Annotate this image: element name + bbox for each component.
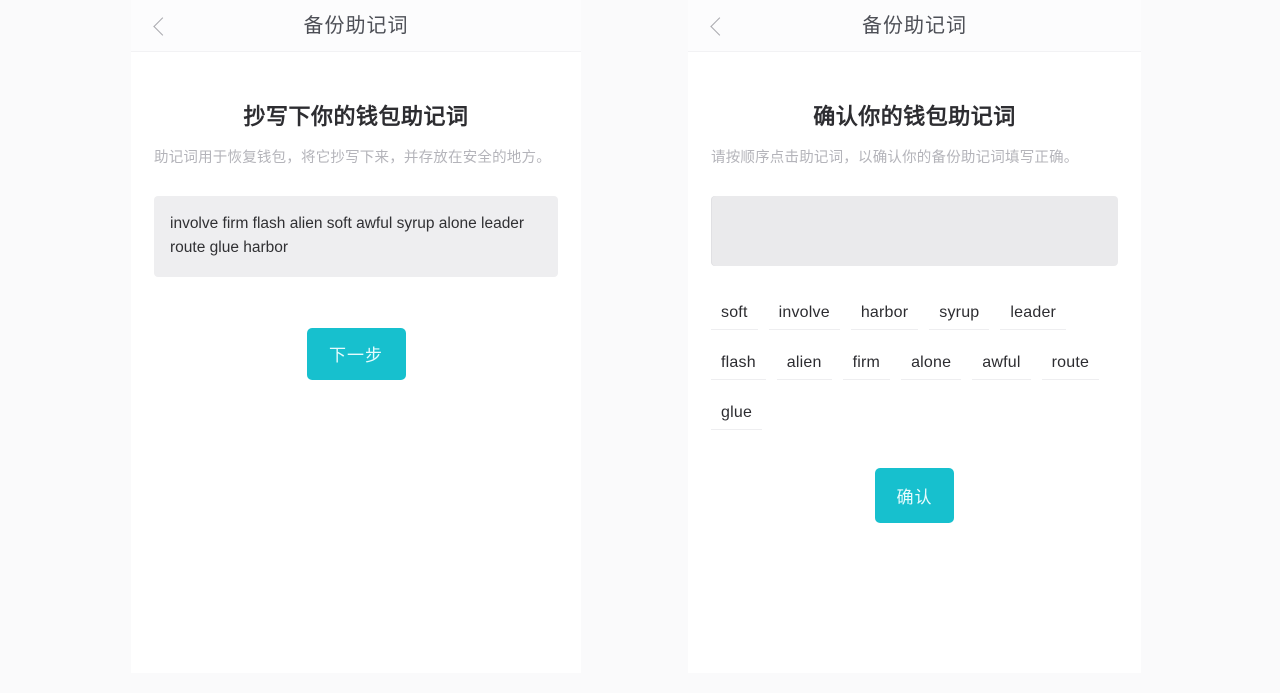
confirm-mnemonic-screen: 备份助记词 确认你的钱包助记词 请按顺序点击助记词，以确认你的备份助记词填写正确… xyxy=(688,0,1141,673)
confirm-button[interactable]: 确认 xyxy=(875,468,954,524)
left-page-subtitle: 助记词用于恢复钱包，将它抄写下来，并存放在安全的地方。 xyxy=(154,150,551,166)
word-choice-grid: soft involve harbor syrup leader flash alien fi… xyxy=(711,297,1121,431)
word-chip[interactable]: flash xyxy=(711,347,766,381)
word-chip[interactable]: firm xyxy=(842,347,891,381)
screenshot-stage: 备份助记词 抄写下你的钱包助记词 助记词用于恢复钱包，将它抄写下来，并存放在安全… xyxy=(0,0,1280,693)
right-nav-bar: 备份助记词 xyxy=(688,0,1141,52)
word-chip[interactable]: soft xyxy=(711,297,758,331)
mnemonic-phrase-box: involve firm flash alien soft awful syru… xyxy=(154,196,558,277)
selected-words-box[interactable] xyxy=(711,196,1118,267)
left-button-row: 下一步 xyxy=(154,277,558,380)
right-page-title: 确认你的钱包助记词 xyxy=(813,104,1016,129)
left-nav-bar: 备份助记词 xyxy=(131,0,581,52)
next-step-button[interactable]: 下一步 xyxy=(306,327,406,380)
word-chip[interactable]: glue xyxy=(711,397,763,431)
backup-mnemonic-screen: 备份助记词 抄写下你的钱包助记词 助记词用于恢复钱包，将它抄写下来，并存放在安全… xyxy=(131,0,581,673)
word-chip[interactable]: alone xyxy=(901,347,962,381)
word-chip[interactable]: involve xyxy=(768,297,840,331)
left-body: 抄写下你的钱包助记词 助记词用于恢复钱包，将它抄写下来，并存放在安全的地方。 i… xyxy=(131,99,581,380)
word-chip[interactable]: route xyxy=(1041,347,1100,381)
left-page-title: 抄写下你的钱包助记词 xyxy=(243,104,469,129)
word-chip[interactable]: awful xyxy=(972,347,1031,381)
right-page-subtitle: 请按顺序点击助记词，以确认你的备份助记词填写正确。 xyxy=(711,150,1079,166)
left-nav-title: 备份助记词 xyxy=(303,15,409,37)
word-chip[interactable]: syrup xyxy=(929,297,990,331)
right-button-row: 确认 xyxy=(711,430,1118,524)
word-chip[interactable]: alien xyxy=(776,347,832,381)
word-chip[interactable]: leader xyxy=(1000,297,1067,331)
right-body: 确认你的钱包助记词 请按顺序点击助记词，以确认你的备份助记词填写正确。 soft… xyxy=(688,99,1141,524)
right-nav-title: 备份助记词 xyxy=(862,15,967,37)
word-chip[interactable]: harbor xyxy=(850,297,919,331)
